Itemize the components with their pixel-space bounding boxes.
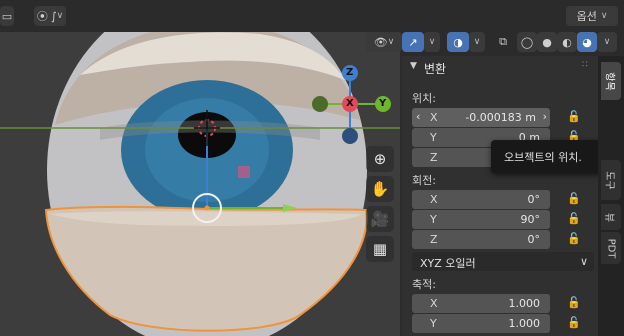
rotation-y-value: 90° xyxy=(520,213,541,226)
shading-rendered-button[interactable]: ◕ xyxy=(577,32,597,52)
rotation-mode-value: XYZ 오일러 xyxy=(420,257,476,270)
options-label: 옵션 xyxy=(576,10,597,23)
lock-icon[interactable]: 🔓 xyxy=(567,192,583,208)
view-object-types-button[interactable]: 👁 ∨ xyxy=(366,32,402,52)
shading-rendered-icon: ◕ xyxy=(582,35,592,49)
curve-icon: ⦿ xyxy=(36,10,48,23)
rotation-z-field[interactable]: Z 0° xyxy=(412,230,550,249)
tooltip-text: 오브젝트의 위치. xyxy=(504,151,582,164)
object-origin-marker xyxy=(238,166,250,178)
location-x-field[interactable]: ‹ X -0.000183 m › xyxy=(412,108,550,127)
grid-view-button[interactable]: ▦ xyxy=(366,236,394,262)
eye-scene[interactable] xyxy=(0,0,400,336)
chevron-down-icon: ∨ xyxy=(387,37,395,47)
tab-tool[interactable]: 도구 xyxy=(601,160,621,200)
location-tooltip: 오브젝트의 위치. xyxy=(491,140,602,173)
proportional-falloff-button[interactable]: ⦿ ∫ ∨ xyxy=(34,6,66,26)
scale-y-field[interactable]: Y 1.000 xyxy=(412,314,550,333)
pan-button[interactable]: ✋ xyxy=(366,176,394,202)
lock-icon[interactable]: 🔓 xyxy=(567,316,583,332)
chevron-down-icon: ∨ xyxy=(600,11,608,21)
viewport-header: ▭ ⦿ ∫ ∨ 옵션 ∨ xyxy=(0,0,624,32)
shading-material-button[interactable]: ◐ xyxy=(557,32,577,52)
shading-wire-icon: ◯ xyxy=(520,35,534,49)
xray-button[interactable]: ⧉ xyxy=(492,32,514,52)
shading-solid-icon: ● xyxy=(542,35,552,49)
view-icon: 👁 xyxy=(373,35,388,49)
tab-view[interactable]: 뷰 xyxy=(601,204,621,230)
increment-arrow-icon[interactable]: › xyxy=(543,110,547,123)
scale-x-value: 1.000 xyxy=(508,297,541,310)
nav-neg-y xyxy=(312,96,328,112)
gizmo-dropdown[interactable]: ∨ xyxy=(424,32,440,52)
gizmo-icon: ↗ xyxy=(408,35,418,49)
3d-viewport[interactable]: Z Y X ⊕ ✋ 🎥 ▦ xyxy=(0,0,400,336)
location-label: 위치: xyxy=(412,92,436,105)
scale-x-field[interactable]: X 1.000 xyxy=(412,294,550,313)
decrement-arrow-icon[interactable]: ‹ xyxy=(416,110,420,123)
tab-item[interactable]: 항목 xyxy=(601,62,621,100)
tab-item-label: 항목 xyxy=(603,71,615,91)
scale-y-value: 1.000 xyxy=(508,317,541,330)
overlay-toggle-button[interactable]: ◑ xyxy=(447,32,469,52)
lock-icon[interactable]: 🔓 xyxy=(567,110,583,126)
rotation-x-value: 0° xyxy=(527,193,541,206)
camera-button[interactable]: 🎥 xyxy=(366,206,394,232)
drag-handle-icon[interactable]: ∷ xyxy=(582,60,588,70)
tab-tool-label: 도구 xyxy=(603,170,615,190)
overlay-dropdown[interactable]: ∨ xyxy=(469,32,485,52)
sidebar-tabs: 항목 도구 뷰 PDT xyxy=(598,56,624,336)
axis-label: Z xyxy=(430,233,438,246)
rotation-z-value: 0° xyxy=(527,233,541,246)
gizmo-toggle-button[interactable]: ↗ xyxy=(402,32,424,52)
rotation-x-field[interactable]: X 0° xyxy=(412,190,550,209)
lock-icon[interactable]: 🔓 xyxy=(567,232,583,248)
hand-icon: ✋ xyxy=(370,180,390,198)
options-dropdown[interactable]: 옵션 ∨ xyxy=(566,6,618,26)
axis-label: X xyxy=(430,111,438,124)
zoom-button[interactable]: ⊕ xyxy=(366,146,394,172)
cursor-icon: ▭ xyxy=(1,9,13,23)
location-x-value: -0.000183 m xyxy=(465,111,536,124)
shading-material-icon: ◐ xyxy=(562,35,572,49)
gizmo-origin-dot xyxy=(204,205,210,211)
grid-icon: ▦ xyxy=(372,240,388,258)
camera-icon: 🎥 xyxy=(370,210,390,228)
nav-neg-z xyxy=(342,128,358,144)
tab-pdt[interactable]: PDT xyxy=(601,232,621,264)
sidebar-panel: ▼ 변환 ∷ 위치: ‹ X -0.000183 m › Y 0 m Z 🔓 🔓… xyxy=(402,56,598,336)
nav-z-label[interactable]: Z xyxy=(346,67,353,78)
chevron-down-icon: ∨ xyxy=(579,255,588,268)
lock-icon[interactable]: 🔓 xyxy=(567,296,583,312)
scale-label: 축적: xyxy=(412,278,436,291)
rotation-label: 회전: xyxy=(412,174,436,187)
shading-dropdown[interactable]: ∨ xyxy=(597,32,617,52)
rotation-y-field[interactable]: Y 90° xyxy=(412,210,550,229)
axis-label: X xyxy=(430,193,438,206)
shading-solid-button[interactable]: ● xyxy=(537,32,557,52)
axis-label: Y xyxy=(430,213,437,226)
nav-y-label[interactable]: Y xyxy=(379,98,386,109)
xray-icon: ⧉ xyxy=(499,35,507,48)
transform-section-title[interactable]: 변환 xyxy=(424,60,446,77)
cursor-tool-button[interactable]: ▭ xyxy=(0,6,14,26)
chevron-down-icon: ∨ xyxy=(56,11,64,21)
axis-label: Y xyxy=(430,317,437,330)
axis-label: X xyxy=(430,297,438,310)
overlay-icon: ◑ xyxy=(453,35,463,49)
nav-x-label[interactable]: X xyxy=(346,98,354,109)
zoom-icon: ⊕ xyxy=(373,150,387,168)
chevron-down-icon: ∨ xyxy=(473,37,481,47)
axis-label: Z xyxy=(430,151,438,164)
lock-icon[interactable]: 🔓 xyxy=(567,212,583,228)
rotation-mode-select[interactable]: XYZ 오일러 ∨ xyxy=(412,252,594,271)
tab-pdt-label: PDT xyxy=(605,238,617,258)
chevron-down-icon: ∨ xyxy=(428,37,436,47)
tab-view-label: 뷰 xyxy=(603,212,615,222)
chevron-down-icon: ∨ xyxy=(603,37,611,47)
shading-wireframe-button[interactable]: ◯ xyxy=(517,32,537,52)
axis-label: Y xyxy=(430,131,437,144)
collapse-triangle-icon[interactable]: ▼ xyxy=(410,61,417,71)
